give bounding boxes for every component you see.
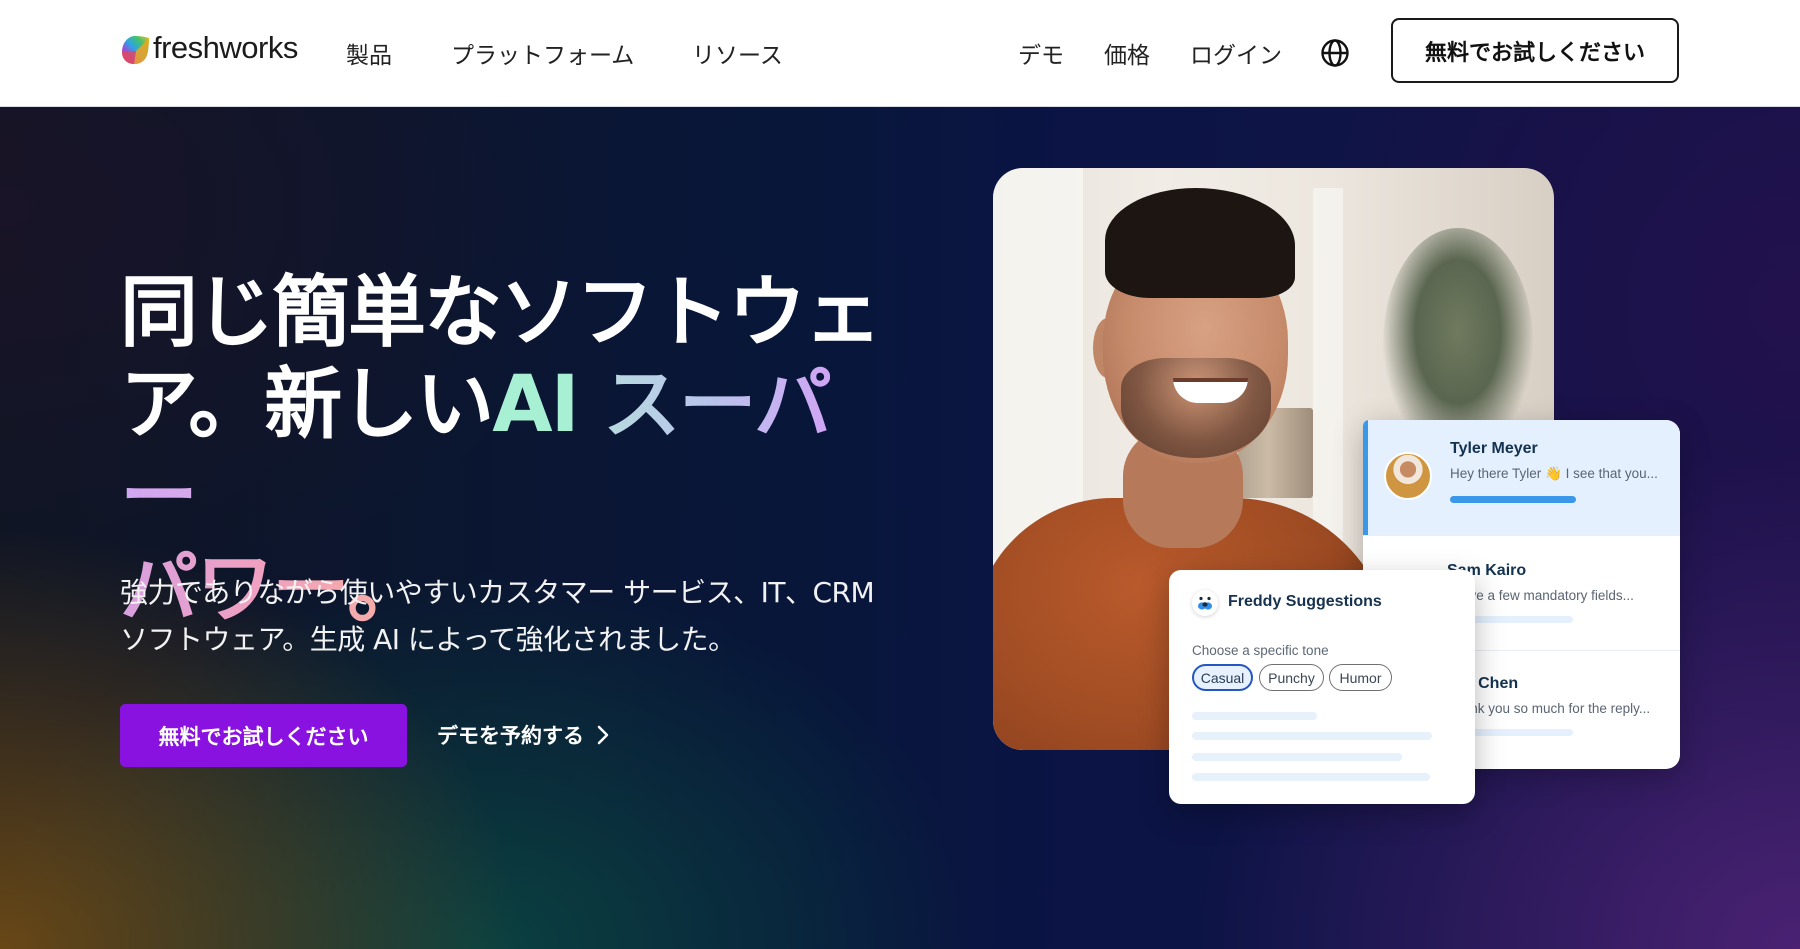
nav-pricing[interactable]: 価格 xyxy=(1104,36,1150,70)
chat-progress-bar xyxy=(1450,496,1576,503)
nav-demo[interactable]: デモ xyxy=(1018,36,1064,70)
freddy-suggestions-card: Freddy Suggestions Choose a specific ton… xyxy=(1169,570,1475,804)
site-header: freshworks 製品 プラットフォーム リソース デモ 価格 ログイン 無… xyxy=(0,0,1800,107)
skeleton-line xyxy=(1192,753,1402,761)
chat-message: Thank you so much for the reply... xyxy=(1447,701,1651,716)
skeleton-line xyxy=(1192,773,1430,781)
logo-text: freshworks xyxy=(153,29,298,65)
book-demo-link[interactable]: デモを予約する xyxy=(437,720,610,750)
chat-list-item[interactable]: Tyler Meyer Hey there Tyler 👋 I see that… xyxy=(1363,420,1680,535)
nav-login[interactable]: ログイン xyxy=(1190,36,1282,70)
photo-person-hair xyxy=(1105,188,1295,298)
nav-platform[interactable]: プラットフォーム xyxy=(451,36,634,70)
book-demo-label: デモを予約する xyxy=(437,724,584,748)
freshworks-logo[interactable]: freshworks xyxy=(120,29,298,65)
skeleton-line xyxy=(1192,732,1432,740)
hero-subtitle: 強力でありながら使いやすいカスタマー サービス、IT、CRM ソフトウェア。生成… xyxy=(120,576,875,656)
chat-name: Tyler Meyer xyxy=(1450,440,1538,457)
tone-chip-casual[interactable]: Casual xyxy=(1192,664,1253,691)
skeleton-line xyxy=(1192,712,1317,720)
nav-products[interactable]: 製品 xyxy=(346,36,392,70)
chat-message: Hey there Tyler 👋 I see that you... xyxy=(1450,466,1658,481)
freshworks-logo-icon xyxy=(122,36,149,64)
tone-chip-punchy[interactable]: Punchy xyxy=(1259,664,1324,691)
tone-chip-humor[interactable]: Humor xyxy=(1329,664,1392,691)
hero-free-trial-button[interactable]: 無料でお試しください xyxy=(120,704,407,767)
tone-label: Choose a specific tone xyxy=(1192,643,1329,658)
chevron-right-icon xyxy=(597,725,609,745)
nav-resources[interactable]: リソース xyxy=(692,36,783,70)
avatar xyxy=(1384,452,1432,500)
chat-message: I have a few mandatory fields... xyxy=(1447,588,1634,603)
photo-person-beard xyxy=(1121,358,1271,458)
header-free-trial-button[interactable]: 無料でお試しください xyxy=(1391,18,1679,83)
headline-ai: AI xyxy=(492,360,579,450)
hero-section: 同じ簡単なソフトウェア。新しいAI スーパー パワー。 強力でありながら使いやすい… xyxy=(0,107,1800,949)
freddy-bot-icon xyxy=(1192,590,1218,616)
freddy-title: Freddy Suggestions xyxy=(1228,593,1382,610)
globe-icon[interactable] xyxy=(1320,38,1350,68)
